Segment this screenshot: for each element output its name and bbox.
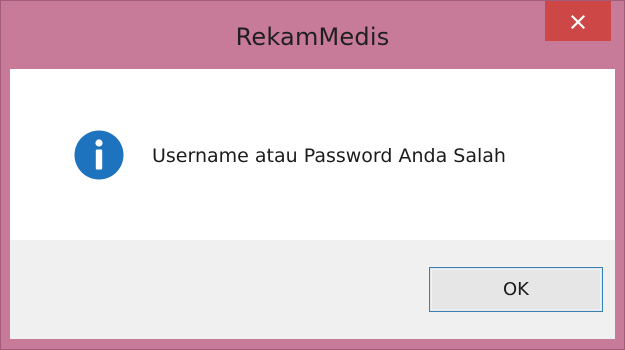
close-button[interactable] [545, 1, 611, 41]
message-dialog-window: RekamMedis Username atau Password Anda S… [0, 0, 625, 350]
window-title: RekamMedis [235, 23, 390, 51]
message-area: Username atau Password Anda Salah [10, 69, 615, 240]
error-message: Username atau Password Anda Salah [152, 145, 506, 167]
button-bar: OK [10, 240, 615, 339]
title-bar[interactable]: RekamMedis [1, 1, 624, 69]
info-icon [74, 130, 124, 180]
ok-button[interactable]: OK [429, 267, 603, 312]
dialog-client-area: Username atau Password Anda Salah OK [10, 69, 615, 339]
close-icon [570, 14, 586, 30]
